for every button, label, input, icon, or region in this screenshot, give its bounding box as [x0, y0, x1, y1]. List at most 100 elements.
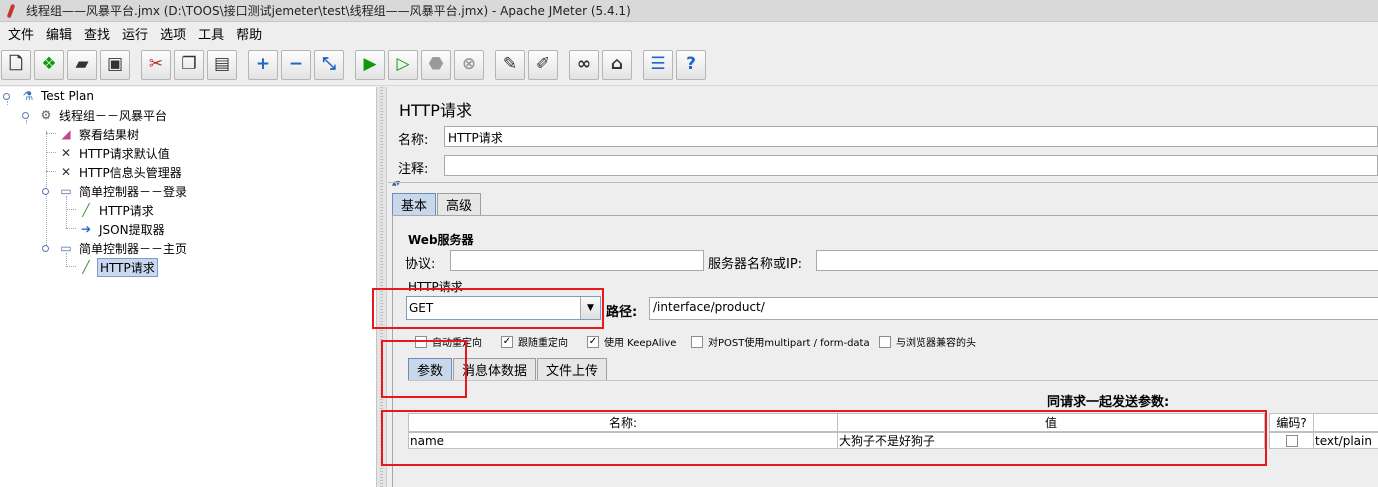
tree-expand-toggle[interactable]	[42, 245, 49, 252]
extractor-icon: ➔	[80, 222, 92, 236]
encode-checkbox[interactable]	[1286, 434, 1298, 447]
clear-button[interactable]: ✎	[495, 49, 525, 80]
panel-title: HTTP请求	[399, 101, 472, 120]
column-header-content-type[interactable]	[1313, 413, 1378, 432]
tree-node-http-request-home[interactable]: ╱ HTTP请求	[78, 257, 158, 277]
multipart-checkbox[interactable]: 对POST使用multipart / form-data	[691, 334, 870, 349]
controller-icon: ▭	[60, 184, 72, 198]
clear-all-button[interactable]: ✐	[528, 49, 558, 80]
param-content-type-cell[interactable]: text/plain	[1313, 432, 1378, 449]
tree-connector	[46, 152, 56, 153]
basic-tab-content: Web服务器 协议: 服务器名称或IP: HTTP请求 GET ▼ 路径: /i…	[392, 215, 1378, 487]
pane-splitter[interactable]	[377, 87, 387, 487]
path-label: 路径:	[606, 305, 638, 320]
tree-node-label: HTTP信息头管理器	[79, 165, 182, 180]
toggle-button[interactable]: ⤡	[314, 49, 344, 80]
tab-body-data[interactable]: 消息体数据	[453, 358, 537, 380]
new-button[interactable]: 🗋	[1, 49, 31, 80]
config-tools-icon: ✕	[60, 146, 72, 160]
tree-expand-toggle[interactable]	[3, 93, 10, 100]
new-icon: 🗋	[9, 54, 23, 74]
paste-button[interactable]: ▤	[207, 49, 237, 80]
toolbar: 🗋 ❖ ▰ ▣ ✂ ❐ ▤ + − ⤡ ▶ ▷ ⬣ ⊗ ✎ ✐ ∞ ⌂ ☰ ?	[0, 44, 1378, 86]
main-tabs: 基本 高级	[392, 193, 482, 215]
path-input[interactable]: /interface/product/	[649, 297, 1378, 320]
tree-connector	[46, 171, 56, 172]
http-request-group-title: HTTP请求	[408, 280, 463, 294]
tree-connector	[66, 196, 67, 228]
title-bar: 线程组——风暴平台.jmx (D:\TOOS\接口测试jemeter\test\…	[0, 0, 1378, 22]
shutdown-button[interactable]: ⊗	[454, 49, 484, 80]
follow-redirect-checkbox[interactable]: 跟随重定向	[501, 334, 568, 349]
function-helper-icon: ☰	[650, 54, 666, 74]
keepalive-checkbox[interactable]: 使用 KeepAlive	[587, 334, 676, 349]
menu-file[interactable]: 文件	[2, 24, 40, 43]
checkbox-box[interactable]	[587, 335, 599, 348]
open-icon: ▰	[75, 54, 89, 74]
checkbox-box[interactable]	[879, 335, 891, 348]
tab-basic[interactable]: 基本	[392, 193, 437, 215]
help-button[interactable]: ?	[676, 49, 706, 80]
chevron-down-icon[interactable]: ▼	[580, 297, 600, 319]
tree-node-http-defaults[interactable]: ✕ HTTP请求默认值	[58, 144, 172, 162]
tree-connector	[46, 133, 56, 134]
results-tree-icon: ◢	[61, 127, 71, 141]
menu-bar: 文件 编辑 查找 运行 选项 工具 帮助	[0, 22, 1378, 44]
start-button[interactable]: ▶	[355, 49, 385, 80]
protocol-input[interactable]	[450, 250, 704, 271]
param-encode-cell[interactable]	[1269, 432, 1314, 449]
collapse-icon: −	[288, 54, 304, 74]
collapse-all-button[interactable]: −	[281, 49, 311, 80]
start-no-pause-button[interactable]: ▷	[388, 49, 418, 80]
menu-help[interactable]: 帮助	[230, 24, 268, 43]
tab-parameters[interactable]: 参数	[408, 358, 453, 380]
open-button[interactable]: ▰	[67, 49, 97, 80]
column-header-value[interactable]: 值	[837, 413, 1265, 432]
function-helper-button[interactable]: ☰	[643, 49, 673, 80]
menu-edit[interactable]: 编辑	[40, 24, 78, 43]
tree-node-label: JSON提取器	[99, 222, 165, 237]
controller-icon: ▭	[60, 241, 72, 255]
tree-node-http-request-login[interactable]: ╱ HTTP请求	[78, 201, 156, 219]
stop-button[interactable]: ⬣	[421, 49, 451, 80]
tree-node-controller-login[interactable]: ▭ 简单控制器－－登录	[58, 182, 189, 200]
tree-node-thread-group[interactable]: ⚙ 线程组－－风暴平台	[38, 106, 169, 124]
tab-advanced[interactable]: 高级	[437, 193, 482, 215]
column-header-name[interactable]: 名称:	[408, 413, 838, 432]
sampler-pipette-icon: ╱	[82, 203, 90, 217]
tree-node-controller-home[interactable]: ▭ 简单控制器－－主页	[58, 239, 189, 257]
cut-button[interactable]: ✂	[141, 49, 171, 80]
tree-node-header-manager[interactable]: ✕ HTTP信息头管理器	[58, 163, 184, 181]
checkbox-box[interactable]	[415, 335, 427, 348]
checkbox-box[interactable]	[501, 335, 513, 348]
column-header-encode[interactable]: 编码?	[1269, 413, 1314, 432]
expand-all-button[interactable]: +	[248, 49, 278, 80]
search-button[interactable]: ∞	[569, 49, 599, 80]
menu-options[interactable]: 选项	[154, 24, 192, 43]
param-name-cell[interactable]: name	[408, 432, 838, 449]
tree-node-json-extractor[interactable]: ➔ JSON提取器	[78, 220, 167, 238]
save-button[interactable]: ▣	[100, 49, 130, 80]
reset-search-button[interactable]: ⌂	[602, 49, 632, 80]
checkbox-box[interactable]	[691, 335, 703, 348]
menu-run[interactable]: 运行	[116, 24, 154, 43]
templates-button[interactable]: ❖	[34, 49, 64, 80]
auto-redirect-checkbox[interactable]: 自动重定向	[415, 334, 482, 349]
start-no-pause-icon: ▷	[396, 54, 410, 74]
tree-expand-toggle[interactable]	[22, 112, 29, 119]
comment-input[interactable]	[444, 155, 1378, 176]
tree-node-label: 察看结果树	[79, 127, 140, 142]
tree-node-results-tree[interactable]: ◢ 察看结果树	[58, 125, 141, 143]
tree-expand-toggle[interactable]	[42, 188, 49, 195]
menu-search[interactable]: 查找	[78, 24, 116, 43]
copy-button[interactable]: ❐	[174, 49, 204, 80]
method-select[interactable]: GET ▼	[406, 296, 601, 320]
param-value-cell[interactable]: 大狗子不是好狗子	[837, 432, 1265, 449]
server-name-input[interactable]	[816, 250, 1378, 271]
tree-connector	[66, 266, 76, 267]
tree-node-test-plan[interactable]: ⚗ Test Plan	[20, 87, 96, 105]
tab-file-upload[interactable]: 文件上传	[537, 358, 608, 380]
browser-compatible-headers-checkbox[interactable]: 与浏览器兼容的头	[879, 334, 976, 349]
menu-tools[interactable]: 工具	[192, 24, 230, 43]
name-input[interactable]: HTTP请求	[444, 126, 1378, 147]
